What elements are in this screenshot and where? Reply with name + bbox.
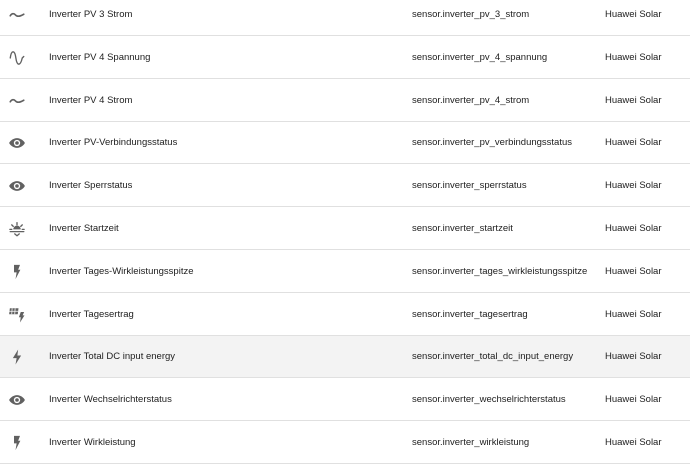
table-row[interactable]: Inverter Tages-Wirkleistungsspitze senso… [0,251,690,293]
entity-id: sensor.inverter_pv_4_spannung [412,52,548,63]
eye-icon [7,391,27,409]
table-row[interactable]: Inverter PV 4 Strom sensor.inverter_pv_4… [0,80,690,122]
table-row[interactable]: Inverter PV 4 Spannung sensor.inverter_p… [0,37,690,79]
entity-name: Inverter Tagesertrag [49,309,134,320]
integration-name: Huawei Solar [605,180,662,191]
entity-table: Inverter PV 3 Strom sensor.inverter_pv_3… [0,0,690,469]
integration-name: Huawei Solar [605,9,662,20]
entity-name: Inverter PV 4 Strom [49,95,133,106]
entity-name: Inverter Startzeit [49,223,119,234]
entity-id: sensor.inverter_pv_verbindungsstatus [412,137,573,148]
table-row[interactable]: Inverter Sperrstatus sensor.inverter_spe… [0,165,690,207]
entity-id: sensor.inverter_wirkleistung [412,437,530,448]
entity-name: Inverter Wirkleistung [49,437,136,448]
entity-id: sensor.inverter_startzeit [412,223,513,234]
entity-id: sensor.inverter_pv_4_strom [412,95,530,106]
lightning-bolt-icon [7,348,27,366]
entity-name: Inverter PV-Verbindungsstatus [49,137,178,148]
entity-id: sensor.inverter_wechselrichterstatus [412,394,566,405]
integration-name: Huawei Solar [605,223,662,234]
entity-id: sensor.inverter_sperrstatus [412,180,527,191]
integration-name: Huawei Solar [605,309,662,320]
sine-wave-icon [7,49,27,67]
sunrise-icon [7,220,27,238]
entity-id: sensor.inverter_tages_wirkleistungsspitz… [412,266,588,277]
lightning-icon [7,434,27,452]
eye-icon [7,177,27,195]
entity-name: Inverter Sperrstatus [49,180,133,191]
integration-name: Huawei Solar [605,437,662,448]
eye-icon [7,134,27,152]
integration-name: Huawei Solar [605,52,662,63]
entity-name: Inverter Tages-Wirkleistungsspitze [49,266,194,277]
entity-name: Inverter Total DC input energy [49,351,176,362]
current-dc-icon [7,6,27,24]
table-row[interactable]: Inverter PV 3 Strom sensor.inverter_pv_3… [0,0,690,36]
entity-name: Inverter Wechselrichterstatus [49,394,172,405]
table-row[interactable]: Inverter Wechselrichterstatus sensor.inv… [0,379,690,421]
integration-name: Huawei Solar [605,95,662,106]
integration-name: Huawei Solar [605,394,662,405]
integration-name: Huawei Solar [605,137,662,148]
current-dc-icon [7,92,27,110]
entity-name: Inverter PV 4 Spannung [49,52,151,63]
table-row[interactable]: Inverter Tagesertrag sensor.inverter_tag… [0,294,690,336]
entity-id: sensor.inverter_pv_3_strom [412,9,530,20]
entity-id: sensor.inverter_total_dc_input_energy [412,351,574,362]
entity-name: Inverter PV 3 Strom [49,9,133,20]
integration-name: Huawei Solar [605,351,662,362]
integration-name: Huawei Solar [605,266,662,277]
table-row[interactable]: Inverter Startzeit sensor.inverter_start… [0,208,690,250]
lightning-icon [7,263,27,281]
table-row[interactable]: Inverter PV-Verbindungsstatus sensor.inv… [0,122,690,164]
solar-power-icon [7,306,27,324]
entity-id: sensor.inverter_tagesertrag [412,309,528,320]
table-row[interactable]: Inverter Wirkleistung sensor.inverter_wi… [0,422,690,464]
table-row[interactable]: Inverter Total DC input energy sensor.in… [0,336,690,378]
